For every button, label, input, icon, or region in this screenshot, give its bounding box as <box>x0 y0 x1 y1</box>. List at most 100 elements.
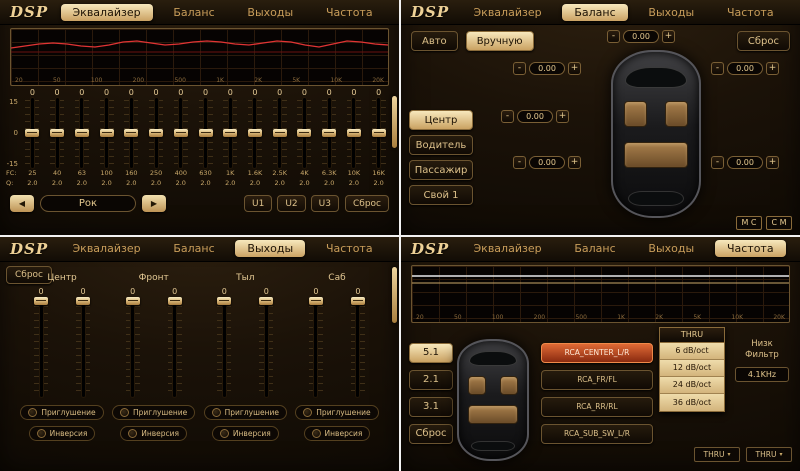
eq-band-slider[interactable] <box>149 98 163 168</box>
slope-option[interactable]: 6 dB/oct <box>660 343 724 360</box>
increase-button[interactable]: + <box>766 156 779 169</box>
channel-button[interactable]: RCA_FR/FL <box>541 370 653 390</box>
eq-slider-knob[interactable] <box>372 129 386 137</box>
output-slider-track[interactable] <box>168 297 182 397</box>
mute-toggle[interactable]: Приглушение <box>295 405 378 420</box>
eq-band-slider[interactable] <box>322 98 336 168</box>
preset-next-button[interactable]: ▶ <box>142 195 166 212</box>
decrease-button[interactable]: - <box>513 156 526 169</box>
eq-band-slider[interactable] <box>223 98 237 168</box>
output-slider-track[interactable] <box>34 297 48 397</box>
cm-button[interactable]: C M <box>766 216 792 230</box>
output-slider-knob[interactable] <box>168 297 182 305</box>
output-slider[interactable]: 0 <box>168 287 182 397</box>
slope-select-current[interactable]: THRU <box>659 327 725 343</box>
output-slider-track[interactable] <box>259 297 273 397</box>
output-slider-knob[interactable] <box>309 297 323 305</box>
slope-option[interactable]: 36 dB/oct <box>660 394 724 411</box>
output-slider[interactable]: 0 <box>76 287 90 397</box>
increase-button[interactable]: + <box>568 62 581 75</box>
decrease-button[interactable]: - <box>513 62 526 75</box>
decrease-button[interactable]: - <box>711 62 724 75</box>
invert-toggle[interactable]: Инверсия <box>304 426 371 441</box>
tab-frequency[interactable]: Частота <box>314 4 385 21</box>
tab-balance[interactable]: Баланс <box>562 240 627 257</box>
eq-band-slider[interactable] <box>25 98 39 168</box>
output-slider[interactable]: 0 <box>351 287 365 397</box>
eq-slider-knob[interactable] <box>25 129 39 137</box>
position-button[interactable]: Пассажир <box>409 160 473 180</box>
eq-slider-knob[interactable] <box>100 129 114 137</box>
eq-band-slider[interactable] <box>174 98 188 168</box>
mc-button[interactable]: M C <box>736 216 762 230</box>
output-slider-knob[interactable] <box>76 297 90 305</box>
output-slider-track[interactable] <box>76 297 90 397</box>
increase-button[interactable]: + <box>766 62 779 75</box>
output-slider-knob[interactable] <box>126 297 140 305</box>
output-slider-knob[interactable] <box>259 297 273 305</box>
eq-slider-knob[interactable] <box>273 129 287 137</box>
eq-slider-knob[interactable] <box>199 129 213 137</box>
scroll-indicator[interactable] <box>392 96 397 148</box>
eq-slider-knob[interactable] <box>297 129 311 137</box>
eq-band-slider[interactable] <box>100 98 114 168</box>
invert-toggle[interactable]: Инверсия <box>120 426 187 441</box>
eq-slider-knob[interactable] <box>75 129 89 137</box>
tab-equalizer[interactable]: Эквалайзер <box>462 240 554 257</box>
tab-equalizer[interactable]: Эквалайзер <box>462 4 554 21</box>
eq-slider-knob[interactable] <box>174 129 188 137</box>
slope-select[interactable]: THRU▾ <box>746 447 792 462</box>
eq-band-slider[interactable] <box>297 98 311 168</box>
slope-select[interactable]: THRU▾ <box>694 447 740 462</box>
output-slider-track[interactable] <box>126 297 140 397</box>
output-slider-track[interactable] <box>217 297 231 397</box>
output-slider-knob[interactable] <box>351 297 365 305</box>
eq-band-slider[interactable] <box>124 98 138 168</box>
mute-toggle[interactable]: Приглушение <box>112 405 195 420</box>
tab-balance[interactable]: Баланс <box>161 240 226 257</box>
memory-button-u3[interactable]: U3 <box>311 195 339 212</box>
position-button[interactable]: Водитель <box>409 135 473 155</box>
scroll-indicator[interactable] <box>392 267 397 323</box>
tab-frequency[interactable]: Частота <box>314 240 385 257</box>
tab-frequency[interactable]: Частота <box>715 4 786 21</box>
tab-outputs[interactable]: Выходы <box>636 4 706 21</box>
eq-slider-knob[interactable] <box>248 129 262 137</box>
tab-balance[interactable]: Баланс <box>562 4 627 21</box>
invert-toggle[interactable]: Инверсия <box>29 426 96 441</box>
freq-reset-button[interactable]: Сброс <box>409 424 453 444</box>
increase-button[interactable]: + <box>556 110 569 123</box>
preset-prev-button[interactable]: ◀ <box>10 195 34 212</box>
mute-toggle[interactable]: Приглушение <box>204 405 287 420</box>
mode-button-2-1[interactable]: 2.1 <box>409 370 453 390</box>
position-button[interactable]: Центр <box>409 110 473 130</box>
balance-reset-button[interactable]: Сброс <box>737 31 790 51</box>
eq-slider-knob[interactable] <box>149 129 163 137</box>
tab-equalizer[interactable]: Эквалайзер <box>61 4 153 21</box>
eq-slider-knob[interactable] <box>322 129 336 137</box>
output-slider[interactable]: 0 <box>259 287 273 397</box>
auto-button[interactable]: Авто <box>411 31 458 51</box>
output-slider-track[interactable] <box>309 297 323 397</box>
eq-band-slider[interactable] <box>273 98 287 168</box>
tab-frequency[interactable]: Частота <box>715 240 786 257</box>
output-slider[interactable]: 0 <box>34 287 48 397</box>
tab-balance[interactable]: Баланс <box>161 4 226 21</box>
tab-outputs[interactable]: Выходы <box>235 240 305 257</box>
invert-toggle[interactable]: Инверсия <box>212 426 279 441</box>
eq-slider-knob[interactable] <box>223 129 237 137</box>
eq-reset-button[interactable]: Сброс <box>345 195 389 212</box>
output-slider-knob[interactable] <box>34 297 48 305</box>
increase-button[interactable]: + <box>568 156 581 169</box>
mute-toggle[interactable]: Приглушение <box>20 405 103 420</box>
eq-band-slider[interactable] <box>199 98 213 168</box>
eq-band-slider[interactable] <box>347 98 361 168</box>
eq-band-slider[interactable] <box>248 98 262 168</box>
manual-button[interactable]: Вручную <box>466 31 534 51</box>
decrease-button[interactable]: - <box>711 156 724 169</box>
tab-equalizer[interactable]: Эквалайзер <box>61 240 153 257</box>
eq-slider-knob[interactable] <box>124 129 138 137</box>
channel-button[interactable]: RCA_RR/RL <box>541 397 653 417</box>
eq-band-slider[interactable] <box>372 98 386 168</box>
slope-option[interactable]: 24 dB/oct <box>660 377 724 394</box>
